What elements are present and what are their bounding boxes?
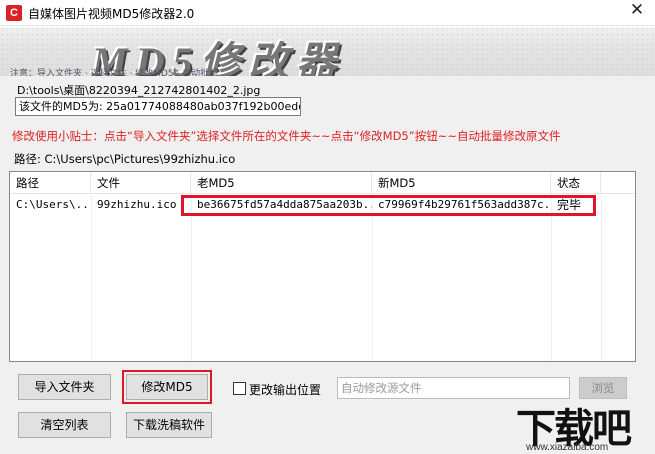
column-divider [551,194,552,361]
watermark-url: www.xiazaiba.com [526,442,609,453]
download-software-button[interactable]: 下载洗稿软件 [126,412,212,438]
column-header-old-md5[interactable]: 老MD5 [191,172,372,194]
banner: MD5修改器 注意：导入文件夹 · 选择文件 · 修改MD5 · 自动批量 [0,27,655,76]
column-divider [601,194,602,361]
list-header: 路径 文件 老MD5 新MD5 状态 [10,172,635,194]
site-watermark: 下载吧 www.xiazaiba.com [510,396,655,454]
close-button[interactable]: ✕ [619,0,655,26]
clear-list-button[interactable]: 清空列表 [18,412,111,438]
app-icon: C [6,5,22,21]
column-header-new-md5[interactable]: 新MD5 [372,172,551,194]
md5-highlight-box [181,195,596,216]
change-output-label[interactable]: 更改输出位置 [249,381,321,398]
modify-md5-button[interactable]: 修改MD5 [126,374,208,400]
usage-tip: 修改使用小贴士：点击“导入文件夹”选择文件所在的文件夹~~点击“修改MD5”按钮… [12,129,561,143]
cell-file: 99zhizhu.ico [97,198,177,211]
column-divider [372,194,373,361]
change-output-checkbox[interactable] [233,382,246,395]
selected-file-path: D:\tools\桌面\8220394_212742801402_2.jpg [17,84,261,97]
column-divider [91,194,92,361]
client-area: D:\tools\桌面\8220394_212742801402_2.jpg 该… [0,76,655,454]
file-list[interactable]: 路径 文件 老MD5 新MD5 状态 C:\Users\... 99zhizhu… [9,171,636,362]
column-header-status[interactable]: 状态 [551,172,601,194]
column-header-file[interactable]: 文件 [91,172,191,194]
title-bar: C 自媒体图片视频MD5修改器2.0 ✕ [0,0,655,26]
import-folder-button[interactable]: 导入文件夹 [18,374,111,400]
file-md5-display[interactable]: 该文件的MD5为: 25a01774088480ab037f192b00edc2… [15,97,301,116]
cell-path: C:\Users\... [16,198,91,211]
column-header-path[interactable]: 路径 [10,172,91,194]
window-title: 自媒体图片视频MD5修改器2.0 [28,7,195,21]
current-path: 路径: C:\Users\pc\Pictures\99zhizhu.ico [14,152,236,166]
column-divider [191,194,192,361]
banner-strip: 注意：导入文件夹 · 选择文件 · 修改MD5 · 自动批量 [10,69,219,76]
